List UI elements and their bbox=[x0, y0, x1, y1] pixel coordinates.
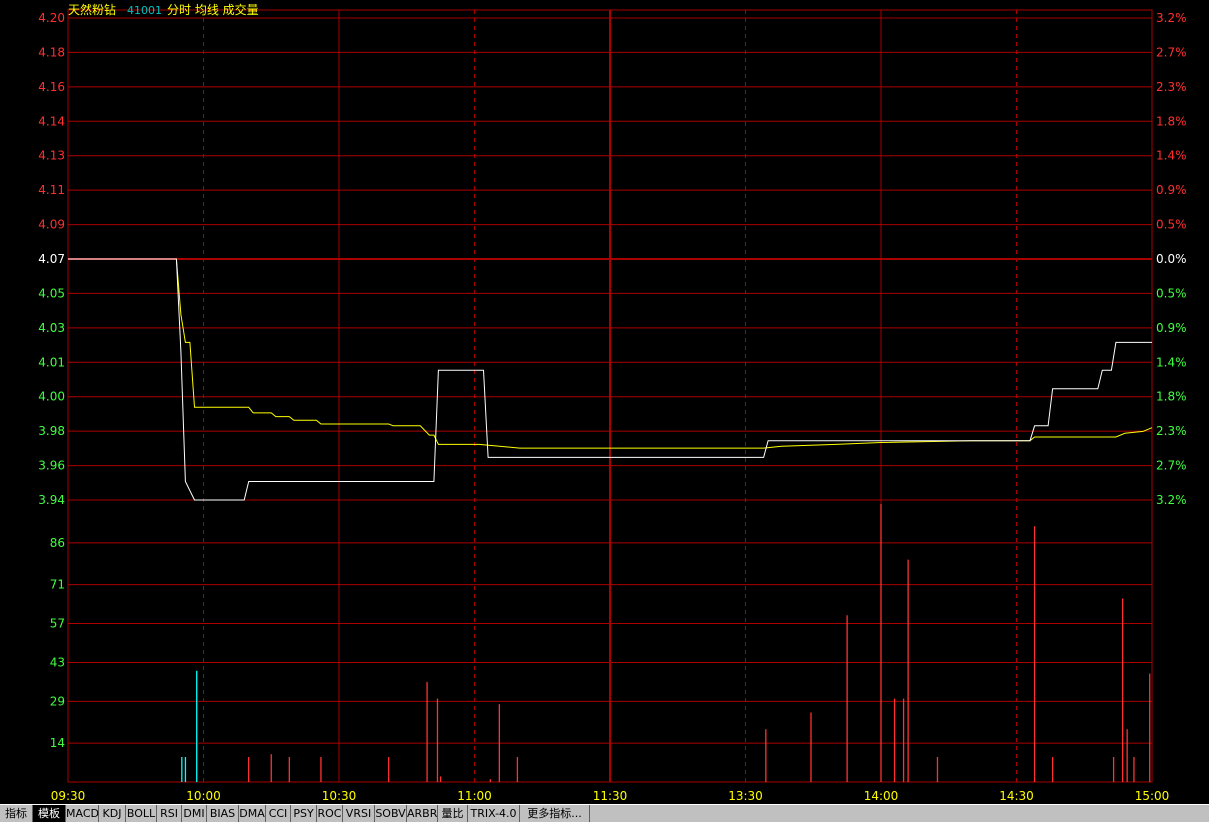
toolbar-item-13[interactable]: SOBV bbox=[375, 805, 407, 822]
price-tick-label: 3.98 bbox=[38, 424, 65, 438]
volume-tick-label: 57 bbox=[50, 617, 65, 631]
volume-tick-label: 71 bbox=[50, 578, 65, 592]
percent-tick-label: 3.2% bbox=[1156, 11, 1187, 25]
toolbar-item-5[interactable]: RSI bbox=[157, 805, 182, 822]
time-tick-label: 10:30 bbox=[322, 789, 357, 803]
percent-tick-label: 0.5% bbox=[1156, 218, 1187, 232]
percent-tick-label: 0.0% bbox=[1156, 252, 1187, 266]
time-tick-label: 11:30 bbox=[593, 789, 628, 803]
price-tick-label: 4.16 bbox=[38, 80, 65, 94]
chart-background bbox=[0, 0, 1209, 804]
toolbar-item-12[interactable]: VRSI bbox=[343, 805, 375, 822]
toolbar-item-1[interactable]: 模板 bbox=[33, 805, 66, 822]
price-tick-label: 4.03 bbox=[38, 321, 65, 335]
toolbar-item-10[interactable]: PSY bbox=[291, 805, 317, 822]
toolbar-item-14[interactable]: ARBR bbox=[407, 805, 438, 822]
percent-tick-label: 2.3% bbox=[1156, 424, 1187, 438]
intraday-chart[interactable]: 4.20 3.2% 4.18 2.7% 4.16 2.3% 4.14 1.8% 4.13 1.4%… bbox=[0, 0, 1209, 804]
price-tick-label: 4.01 bbox=[38, 355, 65, 369]
toolbar-item-11[interactable]: ROC bbox=[317, 805, 343, 822]
time-tick-label: 14:30 bbox=[999, 789, 1034, 803]
toolbar-item-8[interactable]: DMA bbox=[239, 805, 266, 822]
percent-tick-label: 2.7% bbox=[1156, 45, 1187, 59]
toolbar-item-0[interactable]: 指标 bbox=[0, 805, 33, 822]
chart-mode-label: 分时 均线 成交量 bbox=[167, 2, 259, 17]
time-tick-label: 14:00 bbox=[864, 789, 899, 803]
toolbar-item-7[interactable]: BIAS bbox=[207, 805, 239, 822]
toolbar-item-4[interactable]: BOLL bbox=[126, 805, 157, 822]
indicator-toolbar: 指标 模板 MACD KDJ BOLL RSI DMI BIAS DMA CCI PSY ROC VRS… bbox=[0, 804, 1209, 822]
instrument-name: 天然粉钻 bbox=[68, 2, 116, 17]
volume-tick-label: 29 bbox=[50, 694, 65, 708]
toolbar-item-6[interactable]: DMI bbox=[182, 805, 207, 822]
percent-tick-label: 0.5% bbox=[1156, 286, 1187, 300]
price-tick-label: 4.00 bbox=[38, 390, 65, 404]
time-tick-label: 09:30 bbox=[51, 789, 86, 803]
price-tick-label: 4.11 bbox=[38, 183, 65, 197]
toolbar-item-17[interactable]: 更多指标... bbox=[520, 805, 590, 822]
instrument-code: 41001 bbox=[127, 4, 162, 17]
toolbar-item-15[interactable]: 量比 bbox=[438, 805, 468, 822]
time-tick-label: 15:00 bbox=[1135, 789, 1170, 803]
price-tick-label: 4.18 bbox=[38, 45, 65, 59]
toolbar-item-9[interactable]: CCI bbox=[266, 805, 291, 822]
percent-tick-label: 1.4% bbox=[1156, 149, 1187, 163]
toolbar-item-2[interactable]: MACD bbox=[66, 805, 99, 822]
percent-tick-label: 2.7% bbox=[1156, 459, 1187, 473]
price-tick-label: 3.96 bbox=[38, 459, 65, 473]
price-tick-label: 4.07 bbox=[38, 252, 65, 266]
time-tick-label: 13:30 bbox=[728, 789, 763, 803]
percent-tick-label: 1.8% bbox=[1156, 114, 1187, 128]
price-tick-label: 4.20 bbox=[38, 11, 65, 25]
time-tick-label: 11:00 bbox=[457, 789, 492, 803]
percent-tick-label: 0.9% bbox=[1156, 321, 1187, 335]
percent-tick-label: 1.4% bbox=[1156, 355, 1187, 369]
toolbar-item-16[interactable]: TRIX-4.0 bbox=[468, 805, 520, 822]
volume-tick-label: 14 bbox=[50, 736, 65, 750]
percent-tick-label: 2.3% bbox=[1156, 80, 1187, 94]
percent-tick-label: 3.2% bbox=[1156, 493, 1187, 507]
volume-tick-label: 86 bbox=[50, 536, 65, 550]
price-tick-label: 3.94 bbox=[38, 493, 65, 507]
toolbar-item-3[interactable]: KDJ bbox=[99, 805, 126, 822]
percent-tick-label: 0.9% bbox=[1156, 183, 1187, 197]
volume-tick-label: 43 bbox=[50, 655, 65, 669]
percent-tick-label: 1.8% bbox=[1156, 390, 1187, 404]
price-tick-label: 4.14 bbox=[38, 114, 65, 128]
price-tick-label: 4.13 bbox=[38, 149, 65, 163]
time-tick-label: 10:00 bbox=[186, 789, 221, 803]
price-tick-label: 4.09 bbox=[38, 218, 65, 232]
price-tick-label: 4.05 bbox=[38, 286, 65, 300]
